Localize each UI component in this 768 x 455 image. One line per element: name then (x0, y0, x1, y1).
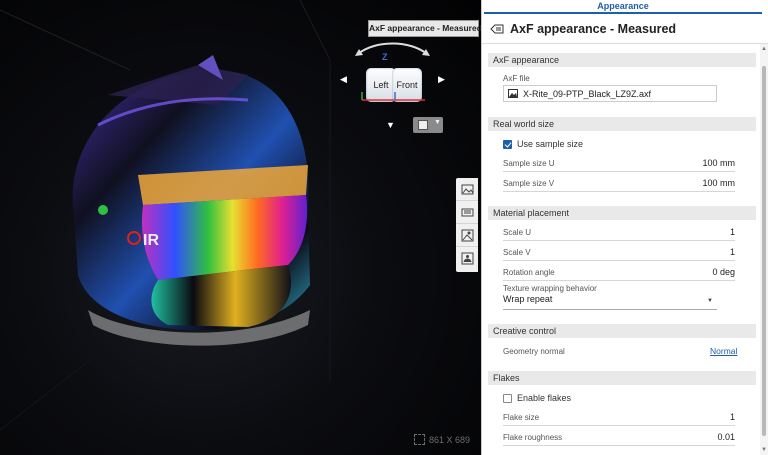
render-settings-icon (461, 208, 473, 216)
rotate-left-arrow-icon[interactable]: ◀ (340, 74, 347, 85)
sample-size-u-field[interactable]: Sample size U 100 mm (503, 156, 735, 172)
flake-roughness-label: Flake roughness (503, 433, 563, 442)
chevron-down-icon: ▼ (434, 119, 441, 126)
flake-size-field[interactable]: Flake size 1 (503, 410, 735, 426)
fullscreen-icon[interactable] (414, 434, 425, 445)
panel-scrollbar[interactable]: ▲ ▼ (760, 44, 768, 455)
view-options-dropdown[interactable]: ▼ (413, 117, 443, 133)
flake-size-value[interactable]: 1 (730, 412, 735, 422)
enable-flakes-checkbox[interactable]: Enable flakes (503, 393, 571, 403)
flake-roughness-field[interactable]: Flake roughness 0.01 (503, 430, 735, 446)
appearance-panel-icon (461, 184, 473, 194)
section-material-placement[interactable]: Material placement (488, 206, 756, 220)
axf-file-name: X-Rite_09-PTP_Black_LZ9Z.axf (523, 88, 652, 99)
checkbox-icon[interactable] (503, 393, 512, 403)
section-flakes[interactable]: Flakes (488, 371, 756, 385)
rotate-arc-icon[interactable] (350, 38, 435, 58)
helmet-model[interactable]: IR (48, 55, 348, 375)
flake-size-label: Flake size (503, 413, 540, 422)
scale-u-label: Scale U (503, 228, 532, 237)
rotation-angle-label: Rotation angle (503, 268, 555, 277)
sample-size-u-label: Sample size U (503, 159, 555, 168)
enable-flakes-label: Enable flakes (517, 393, 572, 403)
section-creative-control[interactable]: Creative control (488, 324, 756, 338)
render-image-button[interactable] (456, 247, 478, 270)
appearance-panel: Appearance AxF appearance - Measured ▲ ▼… (481, 0, 768, 455)
scale-v-label: Scale V (503, 248, 531, 257)
rotate-right-arrow-icon[interactable]: ▶ (438, 74, 445, 85)
viewport-dimensions: 861 X 689 (429, 434, 471, 445)
section-real-world-size[interactable]: Real world size (488, 117, 756, 131)
use-sample-size-checkbox[interactable]: Use sample size (503, 139, 583, 149)
scale-v-value[interactable]: 1 (730, 247, 735, 257)
view-cube[interactable]: Z ◀ Left Front ▶ ▼ (340, 38, 450, 130)
axis-z-label: Z (382, 52, 388, 62)
render-image-icon (461, 252, 473, 265)
texture-wrapping-select[interactable]: Wrap repeat ▼ (503, 294, 717, 310)
sample-size-v-label: Sample size V (503, 179, 555, 188)
geometry-normal-label: Geometry normal (503, 347, 565, 356)
image-file-icon (508, 89, 518, 98)
render-settings-button[interactable] (456, 201, 478, 224)
environment-icon (461, 229, 473, 241)
section-axf-appearance[interactable]: AxF appearance (488, 53, 756, 67)
svg-text:IR: IR (143, 232, 159, 249)
panel-title: AxF appearance - Measured (510, 21, 677, 36)
view-cube-icon (418, 120, 428, 130)
scroll-thumb[interactable] (762, 66, 766, 436)
axf-file-label: AxF file (503, 74, 530, 83)
viewport-size-readout: 861 X 689 (414, 434, 470, 445)
rotation-angle-value[interactable]: 0 deg (712, 267, 735, 277)
texture-wrapping-label: Texture wrapping behavior (503, 284, 597, 293)
scale-u-field[interactable]: Scale U 1 (503, 225, 735, 241)
tab-appearance[interactable]: Appearance (484, 0, 762, 14)
view-cube-tooltip: AxF appearance - Measured (368, 20, 481, 37)
sample-size-u-value[interactable]: 100 mm (702, 158, 735, 168)
3d-viewport[interactable]: IR AxF appearance - Measured Z ◀ Left Fr… (0, 0, 481, 455)
environment-button[interactable] (456, 224, 478, 247)
use-sample-size-label: Use sample size (517, 139, 584, 149)
scale-u-value[interactable]: 1 (730, 227, 735, 237)
scroll-up-icon[interactable]: ▲ (761, 46, 767, 52)
flake-roughness-value[interactable]: 0.01 (717, 432, 735, 442)
sample-size-v-field[interactable]: Sample size V 100 mm (503, 176, 735, 192)
appearance-panel-button[interactable] (456, 178, 478, 201)
dropdown-caret-icon: ▼ (707, 298, 713, 304)
checkbox-icon[interactable] (503, 139, 512, 149)
axis-triad-icon (361, 92, 425, 101)
rotation-angle-field[interactable]: Rotation angle 0 deg (503, 265, 735, 281)
texture-wrapping-value: Wrap repeat (503, 294, 553, 304)
sample-size-v-value[interactable]: 100 mm (702, 178, 735, 188)
scroll-down-icon[interactable]: ▼ (761, 447, 767, 453)
side-toolbar (456, 178, 478, 272)
scale-v-field[interactable]: Scale V 1 (503, 245, 735, 261)
axf-file-field[interactable]: X-Rite_09-PTP_Black_LZ9Z.axf (503, 85, 717, 102)
geometry-normal-link[interactable]: Normal (710, 346, 737, 356)
appearance-icon (490, 24, 504, 33)
panel-header: AxF appearance - Measured (482, 14, 768, 44)
rotate-down-arrow-icon[interactable]: ▼ (386, 120, 395, 130)
